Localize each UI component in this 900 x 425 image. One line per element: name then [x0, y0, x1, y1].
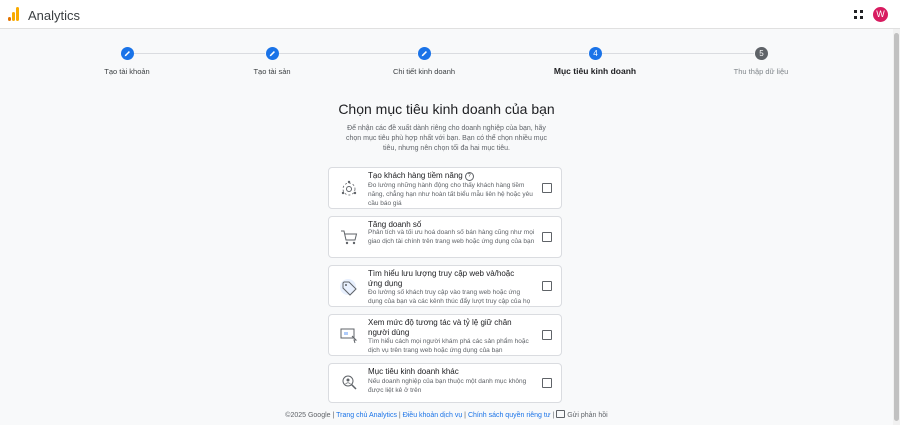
option-checkbox-sales[interactable]	[542, 232, 552, 242]
option-title: Xem mức độ tương tác và tỷ lệ giữ chân n…	[368, 318, 512, 337]
option-description: Đo lường số khách truy cập vào trang web…	[368, 289, 531, 305]
account-avatar[interactable]: W	[873, 7, 888, 22]
target-people-icon	[341, 180, 357, 196]
option-title: Tìm hiểu lưu lượng truy cập web và/hoặc …	[368, 269, 515, 288]
monitor-engagement-icon	[340, 328, 358, 344]
page-title: Chọn mục tiêu kinh doanh của bạn	[338, 101, 555, 117]
step-1-edit-icon[interactable]	[121, 47, 134, 60]
step-3-label[interactable]: Chi tiết kinh doanh	[393, 67, 455, 76]
shopping-cart-icon	[341, 230, 358, 245]
option-title: Tạo khách hàng tiềm năng?	[368, 171, 518, 181]
footer-link-terms[interactable]: Điều khoản dịch vụ	[403, 412, 463, 419]
step-2-label[interactable]: Tạo tài sản	[253, 67, 290, 76]
step-3-edit-icon[interactable]	[418, 47, 431, 60]
option-card-leads[interactable]: Tạo khách hàng tiềm năng? Đo lường những…	[328, 167, 562, 209]
feedback-label: Gửi phản hồi	[567, 412, 608, 419]
option-card-engagement[interactable]: Xem mức độ tương tác và tỷ lệ giữ chân n…	[328, 314, 562, 356]
option-checkbox-engagement[interactable]	[542, 330, 552, 340]
feedback-icon	[556, 410, 566, 418]
search-person-icon	[342, 375, 357, 390]
page-description: Để nhận các đề xuất dành riêng cho doanh…	[345, 125, 548, 152]
option-title: Mục tiêu kinh doanh khác	[368, 367, 459, 376]
apps-grid-icon[interactable]	[854, 10, 863, 19]
step-5-number: 5	[755, 47, 768, 60]
top-app-bar: Analytics W	[0, 0, 900, 29]
step-2-edit-icon[interactable]	[266, 47, 279, 60]
option-description: Phân tích và tối ưu hoá doanh số bán hàn…	[368, 229, 535, 245]
option-checkbox-leads[interactable]	[542, 183, 552, 193]
step-4-label: Mục tiêu kinh doanh	[553, 66, 637, 76]
footer: ©2025 Google | Trang chủ Analytics | Điề…	[285, 410, 608, 419]
page-scrollbar[interactable]	[893, 29, 900, 425]
analytics-logo-icon[interactable]	[8, 7, 20, 21]
option-checkbox-traffic[interactable]	[542, 281, 552, 291]
price-tag-icon	[340, 279, 357, 296]
step-4-number: 4	[589, 47, 602, 60]
footer-link-analytics-home[interactable]: Trang chủ Analytics	[336, 412, 397, 419]
stepper-connector	[279, 53, 417, 54]
stepper-connector	[431, 53, 588, 54]
copyright-text: ©2025 Google	[285, 412, 331, 419]
option-checkbox-other[interactable]	[542, 378, 552, 388]
option-card-other[interactable]: Mục tiêu kinh doanh khác Nếu doanh nghiệ…	[328, 363, 562, 403]
stepper-connector	[602, 53, 754, 54]
footer-link-privacy[interactable]: Chính sách quyền riêng tư	[468, 412, 551, 419]
option-card-sales[interactable]: Tăng doanh số Phân tích và tối ưu hoá do…	[328, 216, 562, 258]
option-description: Nếu doanh nghiệp của bạn thuộc một danh …	[368, 378, 527, 394]
option-description: Đo lường những hành động cho thấy khách …	[368, 182, 533, 207]
feedback-button[interactable]: Gửi phản hồi	[556, 410, 608, 419]
scrollbar-thumb[interactable]	[894, 33, 899, 421]
option-description: Tìm hiểu cách mọi người khám phá các sản…	[368, 338, 529, 354]
step-5-label: Thu thập dữ liệu	[733, 67, 789, 76]
option-card-traffic[interactable]: Tìm hiểu lưu lượng truy cập web và/hoặc …	[328, 265, 562, 307]
app-title[interactable]: Analytics	[28, 8, 80, 23]
stepper-connector	[134, 53, 265, 54]
help-icon[interactable]: ?	[464, 172, 474, 181]
step-1-label[interactable]: Tạo tài khoản	[104, 67, 149, 76]
